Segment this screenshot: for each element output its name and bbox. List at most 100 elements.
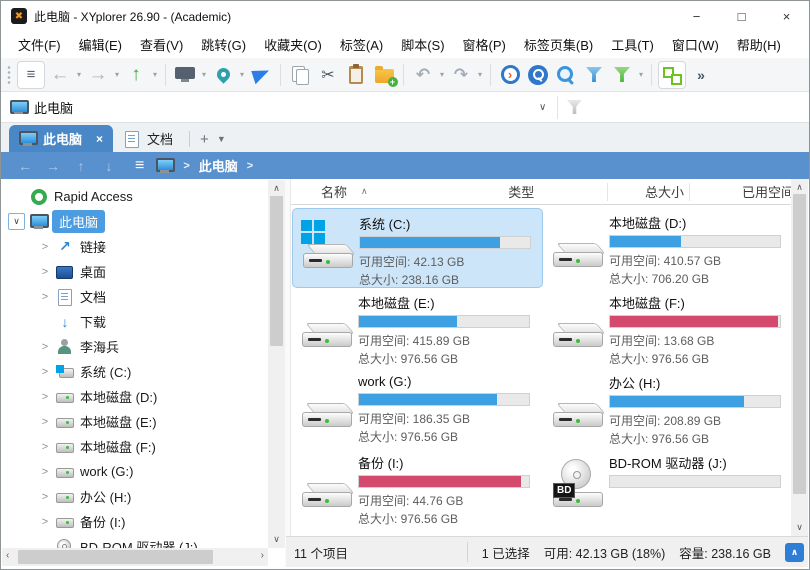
undo-dropdown[interactable]: ▾ [437, 70, 447, 79]
filter-button[interactable] [581, 61, 607, 89]
expand-icon[interactable]: > [34, 491, 56, 503]
this-pc-dropdown[interactable]: ▾ [199, 70, 209, 79]
tree-item-drive-d[interactable]: > 本地磁盘 (D:) [8, 384, 268, 409]
forward-button[interactable]: → [85, 61, 111, 89]
back-button[interactable]: ← [47, 61, 73, 89]
address-bar[interactable]: 此电脑 ∨ [1, 92, 809, 123]
back-dropdown[interactable]: ▾ [74, 70, 84, 79]
crumb-up-button[interactable]: ↑ [67, 158, 95, 174]
menu-file[interactable]: 文件(F) [9, 31, 70, 58]
find-files-button[interactable] [525, 61, 551, 89]
expand-icon[interactable]: > [34, 391, 56, 403]
drive-item-j[interactable]: BD BD-ROM 驱动器 (J:) [543, 448, 794, 528]
up-dropdown[interactable]: ▾ [150, 70, 160, 79]
scroll-right-icon[interactable]: › [261, 550, 264, 561]
menu-edit[interactable]: 编辑(E) [70, 31, 131, 58]
new-folder-button[interactable] [371, 61, 397, 89]
redo-button[interactable]: ↷ [448, 61, 474, 89]
new-tab-button[interactable]: + [200, 131, 209, 148]
tab-this-pc[interactable]: 此电脑 × [9, 125, 113, 152]
tree-item-downloads[interactable]: ↓ 下载 [8, 309, 268, 334]
this-pc-button[interactable] [172, 61, 198, 89]
address-value[interactable]: 此电脑 [34, 98, 73, 117]
visual-filter-dropdown[interactable]: ▾ [636, 70, 646, 79]
tree-item-drive-h[interactable]: > 办公 (H:) [8, 484, 268, 509]
tree-item-desktop[interactable]: > 桌面 [8, 259, 268, 284]
tree-item-user[interactable]: > 李海兵 [8, 334, 268, 359]
menu-tags[interactable]: 标签(A) [331, 31, 392, 58]
scroll-down-icon[interactable]: ∨ [268, 534, 285, 545]
tab-list-dropdown[interactable]: ▼ [217, 134, 226, 144]
tree-item-links[interactable]: > ↗ 链接 [8, 234, 268, 259]
tree-item-drive-e[interactable]: > 本地磁盘 (E:) [8, 409, 268, 434]
crumb-forward-button[interactable]: → [39, 158, 67, 174]
column-type[interactable]: 类型 [508, 182, 607, 201]
collapse-icon[interactable]: ∨ [8, 213, 25, 230]
column-used-space[interactable]: 已用空间 [690, 182, 794, 201]
menu-tools[interactable]: 工具(T) [602, 31, 663, 58]
mini-tree-toggle[interactable] [658, 61, 686, 89]
expand-icon[interactable]: > [34, 516, 56, 528]
location-button[interactable] [210, 61, 236, 89]
address-dropdown-icon[interactable]: ∨ [539, 102, 546, 113]
crumb-back-button[interactable]: ← [11, 158, 39, 174]
minimize-button[interactable]: − [674, 1, 719, 31]
tree-item-documents[interactable]: > 文档 [8, 284, 268, 309]
goto-button[interactable] [248, 61, 274, 89]
copy-button[interactable] [287, 61, 313, 89]
maximize-button[interactable]: □ [719, 1, 764, 31]
visual-filter-button[interactable] [609, 61, 635, 89]
toolbar-menu-button[interactable]: ≡ [17, 61, 45, 89]
tree-vertical-scrollbar[interactable]: ∧ ∨ [268, 180, 285, 548]
live-filter-icon[interactable] [567, 100, 582, 114]
up-button[interactable]: ↑ [123, 61, 149, 89]
list-vertical-scrollbar[interactable]: ∧ ∨ [791, 179, 808, 536]
menu-go[interactable]: 跳转(G) [192, 31, 255, 58]
expand-icon[interactable]: > [34, 341, 56, 353]
tab-close-icon[interactable]: × [96, 132, 103, 146]
expand-icon[interactable]: > [34, 416, 56, 428]
menu-help[interactable]: 帮助(H) [728, 31, 790, 58]
quick-search-button[interactable] [553, 61, 579, 89]
menu-scripting[interactable]: 脚本(S) [392, 31, 453, 58]
tree-item-drive-j[interactable]: BD-ROM 驱动器 (J:) [8, 534, 268, 548]
drive-item-i[interactable]: 备份 (I:) 可用空间: 44.76 GB 总大小: 976.56 GB [292, 448, 543, 528]
scroll-up-icon[interactable]: ∧ [268, 183, 285, 194]
breadcrumb-this-pc[interactable]: 此电脑 [199, 156, 238, 175]
drive-item-f[interactable]: 本地磁盘 (F:) 可用空间: 13.68 GB 总大小: 976.56 GB [543, 288, 794, 368]
drive-item-h[interactable]: 办公 (H:) 可用空间: 208.89 GB 总大小: 976.56 GB [543, 368, 794, 448]
scroll-thumb[interactable] [18, 550, 213, 564]
scroll-thumb[interactable] [270, 196, 283, 346]
expand-icon[interactable]: > [34, 241, 56, 253]
expand-icon[interactable]: > [34, 266, 56, 278]
scroll-left-icon[interactable]: ‹ [6, 550, 9, 561]
crumb-menu-button[interactable]: ≡ [135, 157, 144, 175]
menu-window[interactable]: 窗口(W) [663, 31, 728, 58]
crumb-down-button[interactable]: ↓ [95, 158, 123, 174]
menu-tabsets[interactable]: 标签页集(B) [515, 31, 602, 58]
catch-up-button[interactable]: › [497, 61, 523, 89]
column-total-size[interactable]: 总大小 [608, 182, 684, 201]
forward-dropdown[interactable]: ▾ [112, 70, 122, 79]
pane-splitter[interactable] [285, 179, 291, 567]
drive-item-e[interactable]: 本地磁盘 (E:) 可用空间: 415.89 GB 总大小: 976.56 GB [292, 288, 543, 368]
menu-view[interactable]: 查看(V) [131, 31, 192, 58]
toolbar-grip[interactable] [7, 65, 11, 85]
menu-panes[interactable]: 窗格(P) [454, 31, 515, 58]
toolbar-overflow-button[interactable]: » [688, 61, 714, 89]
expand-icon[interactable]: > [34, 441, 56, 453]
undo-button[interactable]: ↶ [410, 61, 436, 89]
expand-icon[interactable]: > [34, 466, 56, 478]
tab-documents[interactable]: 文档 [113, 125, 183, 152]
menu-favorites[interactable]: 收藏夹(O) [255, 31, 331, 58]
redo-dropdown[interactable]: ▾ [475, 70, 485, 79]
tree-horizontal-scrollbar[interactable]: ‹ › [2, 548, 268, 566]
expand-icon[interactable]: > [34, 366, 56, 378]
tree-item-drive-c[interactable]: > 系统 (C:) [8, 359, 268, 384]
cut-button[interactable]: ✂ [315, 61, 341, 89]
column-name[interactable]: 名称∧ [291, 182, 508, 201]
location-dropdown[interactable]: ▾ [237, 70, 247, 79]
expand-icon[interactable]: > [34, 291, 56, 303]
scroll-down-icon[interactable]: ∨ [791, 522, 808, 533]
close-button[interactable]: × [764, 1, 809, 31]
